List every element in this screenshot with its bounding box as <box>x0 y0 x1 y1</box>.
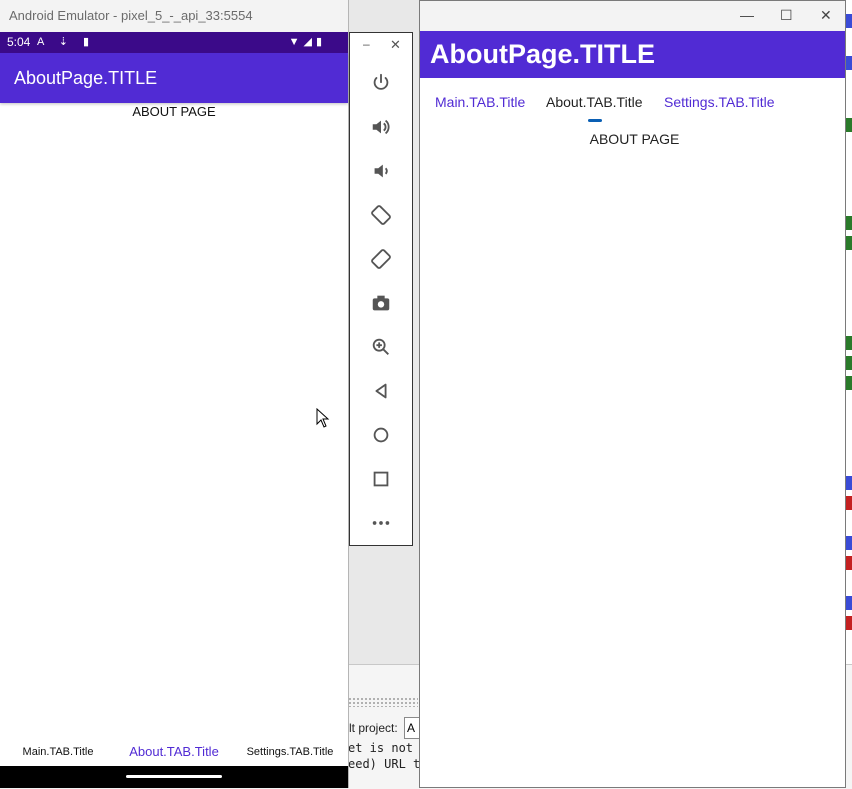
mouse-cursor-icon <box>316 408 330 428</box>
log-line: et is not r <box>348 741 428 755</box>
page-title: AboutPage.TITLE <box>420 31 845 78</box>
code-token <box>846 236 852 250</box>
active-tab-indicator <box>588 119 602 122</box>
status-time: 5:04 <box>7 35 31 49</box>
tab-main[interactable]: Main.TAB.Title <box>435 94 525 110</box>
about-page-text: ABOUT PAGE <box>589 131 680 147</box>
more-icon <box>372 521 390 525</box>
code-editor-edge <box>846 0 852 664</box>
status-bar: 5:04 A ⇣ ▮ ▼◢▮ <box>0 32 348 53</box>
tab-settings[interactable]: Settings.TAB.Title <box>664 94 774 110</box>
home-icon <box>373 427 389 443</box>
code-token <box>846 14 852 28</box>
log-line: eed) URL to <box>348 757 428 771</box>
volume-up-button[interactable] <box>350 105 412 149</box>
rotate-left-button[interactable] <box>350 193 412 237</box>
close-button[interactable]: ✕ <box>820 7 832 24</box>
code-token <box>846 56 852 70</box>
overview-button[interactable] <box>350 457 412 501</box>
emulator-title: Android Emulator - pixel_5_-_api_33:5554 <box>0 0 348 33</box>
code-token <box>846 476 852 490</box>
rotate-right-button[interactable] <box>350 237 412 281</box>
toolbar-minimize-button[interactable]: – <box>363 37 370 51</box>
code-token <box>846 216 852 230</box>
camera-icon <box>372 295 390 311</box>
screenshot-button[interactable] <box>350 281 412 325</box>
power-button[interactable] <box>350 61 412 105</box>
emulator-window: Android Emulator - pixel_5_-_api_33:5554… <box>0 0 349 788</box>
app-title: AboutPage.TITLE <box>0 53 348 103</box>
emulator-toolbar: – ✕ <box>349 32 413 546</box>
tab-settings[interactable]: Settings.TAB.Title <box>232 732 348 766</box>
notification-icons: A ⇣ ▮ <box>37 36 96 48</box>
zoom-icon <box>372 338 389 355</box>
back-button[interactable] <box>350 369 412 413</box>
phone-screen: 5:04 A ⇣ ▮ ▼◢▮ AboutPage.TITLE ABOUT PAG… <box>0 32 348 788</box>
back-icon <box>375 383 387 399</box>
tab-about[interactable]: About.TAB.Title <box>546 94 642 110</box>
home-button[interactable] <box>350 413 412 457</box>
tab-main[interactable]: Main.TAB.Title <box>0 732 116 766</box>
more-button[interactable] <box>350 501 412 545</box>
code-token <box>846 596 852 610</box>
top-tab-bar: Main.TAB.Title About.TAB.Title Settings.… <box>420 78 845 122</box>
code-token <box>846 118 852 132</box>
code-token <box>846 496 852 510</box>
gesture-nav-bar <box>0 766 348 788</box>
home-handle[interactable] <box>126 775 222 778</box>
code-token <box>846 336 852 350</box>
bottom-tab-bar: Main.TAB.Title About.TAB.Title Settings.… <box>0 732 348 766</box>
code-token <box>846 376 852 390</box>
desktop-app-window: — ☐ ✕ AboutPage.TITLE Main.TAB.Title Abo… <box>419 0 846 788</box>
about-page-text: ABOUT PAGE <box>132 104 216 119</box>
wifi-signal-battery-icon: ▼◢▮ <box>288 36 326 48</box>
rotate-right-icon <box>371 249 391 269</box>
panel-splitter[interactable] <box>348 697 418 707</box>
window-titlebar: — ☐ ✕ <box>420 1 845 31</box>
code-token <box>846 556 852 570</box>
tab-about[interactable]: About.TAB.Title <box>116 732 232 766</box>
volume-up-icon <box>372 119 390 135</box>
volume-down-icon <box>374 164 388 178</box>
minimize-button[interactable]: — <box>740 7 754 23</box>
toolbar-close-button[interactable]: ✕ <box>390 37 401 53</box>
volume-down-button[interactable] <box>350 149 412 193</box>
power-icon <box>373 73 389 90</box>
code-token <box>846 616 852 630</box>
project-label: lt project: <box>349 721 398 735</box>
rotate-left-icon <box>371 205 391 225</box>
code-token <box>846 536 852 550</box>
overview-icon <box>373 471 389 487</box>
zoom-button[interactable] <box>350 325 412 369</box>
maximize-button[interactable]: ☐ <box>780 7 793 24</box>
code-token <box>846 356 852 370</box>
